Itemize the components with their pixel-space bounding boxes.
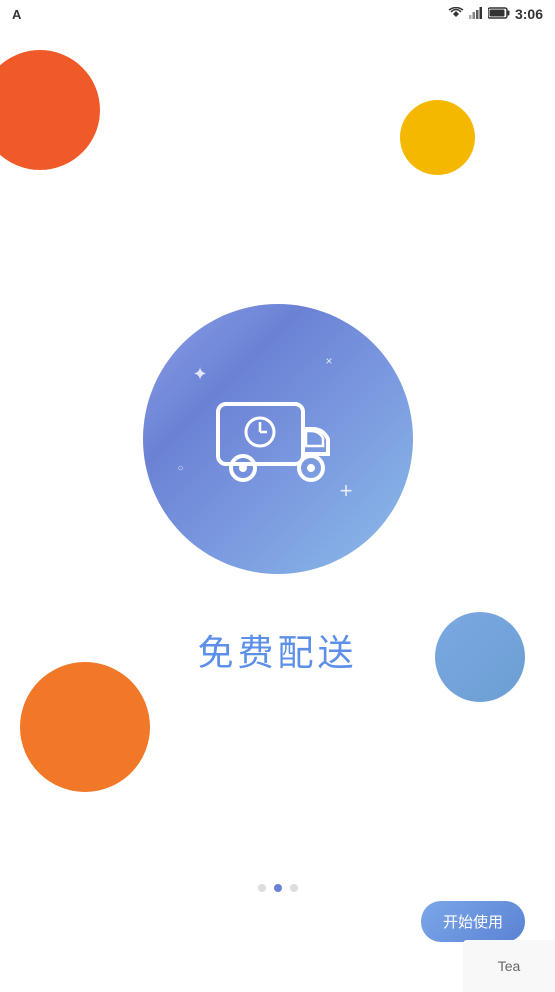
status-icons: 3:06 [448,6,543,22]
status-bar: A 3:06 [0,0,555,28]
dot-1[interactable] [258,884,266,892]
page-title: 免费配送 [197,624,357,676]
central-circle: ✦ × ○ + [143,304,413,574]
time-display: 3:06 [515,6,543,22]
star-icon-2: × [325,354,332,368]
main-content: ✦ × ○ + 免费配送 [0,28,555,992]
battery-icon [488,7,510,22]
star-icon-3: ○ [178,463,184,474]
tea-label: Tea [463,940,555,992]
star-icon-1: ✦ [193,364,208,385]
wifi-icon [448,7,464,22]
start-button[interactable]: 开始使用 [421,901,525,942]
pagination-dots [258,884,298,892]
star-icon-4: + [340,478,353,504]
app-indicator: A [12,7,21,22]
truck-icon [203,384,353,494]
dot-2[interactable] [274,884,282,892]
signal-icon [469,7,483,22]
dot-3[interactable] [290,884,298,892]
